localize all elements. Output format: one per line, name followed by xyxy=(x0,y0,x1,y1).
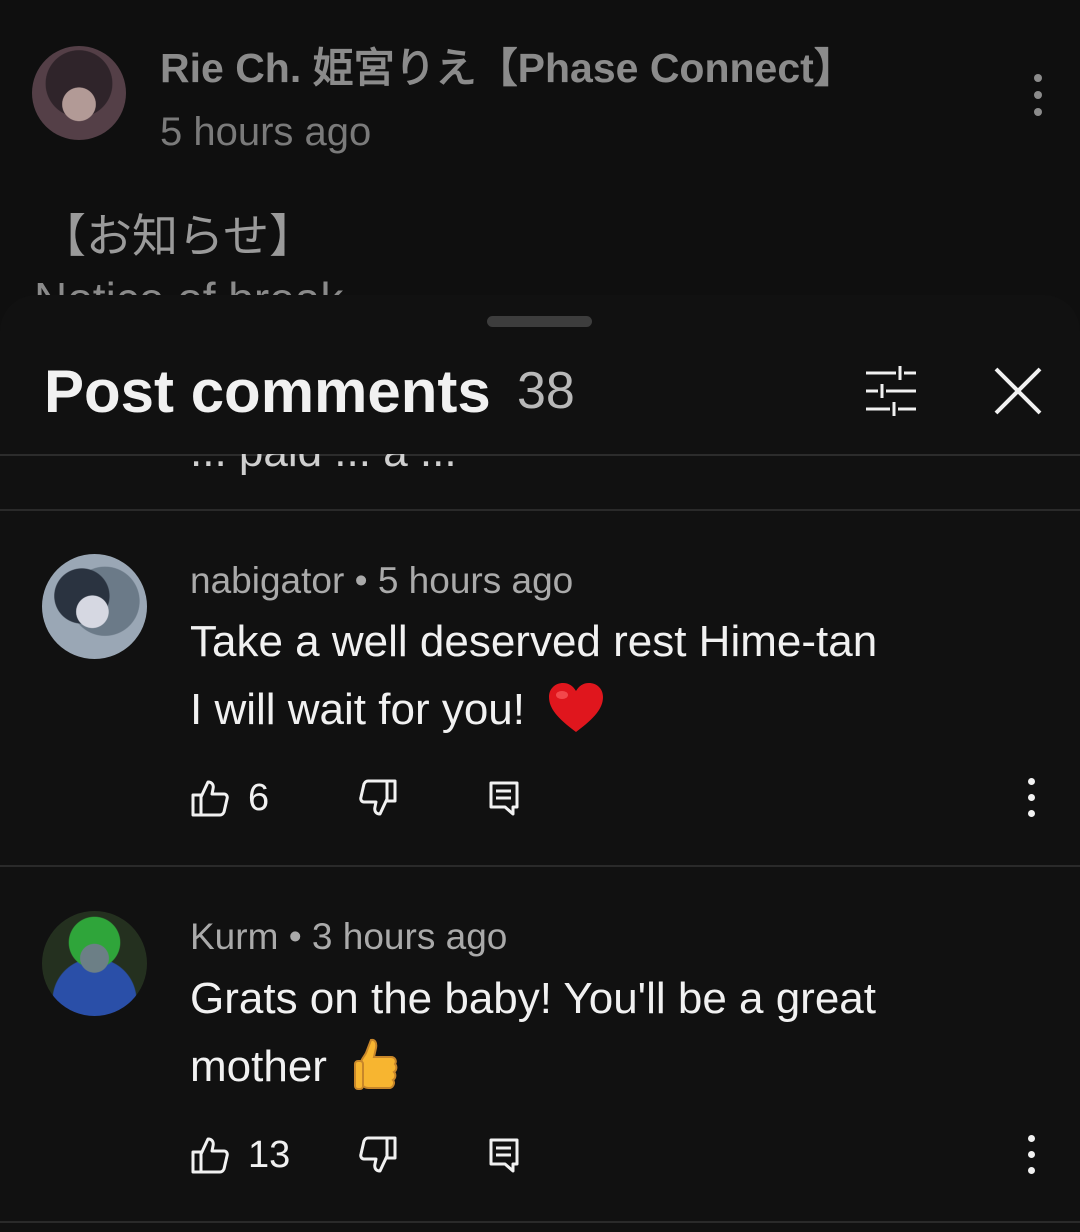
comment-time: 3 hours ago xyxy=(311,916,508,957)
drag-handle[interactable] xyxy=(487,316,592,327)
like-count: 6 xyxy=(248,776,270,819)
comment-divider xyxy=(0,1221,1080,1223)
like-count: 13 xyxy=(248,1133,291,1176)
comment-text: Grats on the baby! You'll be a great mot… xyxy=(190,965,1050,1101)
comment-more-icon[interactable] xyxy=(1018,1135,1046,1175)
post-text-line1: 【お知らせ】 xyxy=(40,210,316,262)
like-button[interactable]: 13 xyxy=(190,1125,290,1185)
thumbs-down-icon xyxy=(359,1136,397,1173)
avatar[interactable] xyxy=(42,911,147,1016)
sheet-title: Post comments xyxy=(44,358,491,425)
thumbs-up-icon xyxy=(191,780,229,817)
sort-filter-button[interactable] xyxy=(860,365,922,417)
comment-count: 38 xyxy=(517,362,575,420)
comment-line: Grats on the baby! You'll be a great xyxy=(190,974,876,1023)
reply-icon xyxy=(489,781,519,816)
thumbs-up-emoji-icon xyxy=(354,1039,398,1091)
comment-meta: Kurm • 3 hours ago xyxy=(190,916,508,957)
comment-more-icon[interactable] xyxy=(1018,778,1046,818)
sliders-icon xyxy=(866,366,916,416)
reply-icon xyxy=(489,1138,519,1173)
reply-button[interactable] xyxy=(488,1125,520,1185)
comment-actions: 13 xyxy=(0,1125,1080,1185)
partial-comment-text: ... paid ... a ... xyxy=(190,427,457,476)
thumbs-up-icon xyxy=(191,1137,229,1174)
comment-actions: 6 xyxy=(0,768,1080,828)
post-time: 5 hours ago xyxy=(160,110,372,154)
comment-author[interactable]: Kurm xyxy=(190,916,278,957)
comment-item: Kurm • 3 hours ago Grats on the baby! Yo… xyxy=(0,867,1080,1222)
comment-line: I will wait for you! xyxy=(190,685,525,734)
comments-sheet: Post comments 38 ... paid ... a ... nabi… xyxy=(0,295,1080,1232)
background-post: Rie Ch. 姫宮りえ【Phase Connect】 5 hours ago … xyxy=(0,0,1080,325)
like-button[interactable]: 6 xyxy=(190,768,269,828)
comment-line-with-emoji: mother xyxy=(190,1033,1050,1101)
comment-item: nabigator • 5 hours ago Take a well dese… xyxy=(0,510,1080,863)
comment-text: Take a well deserved rest Hime-tan I wil… xyxy=(190,608,1050,744)
post-more-icon[interactable] xyxy=(1020,70,1056,120)
comment-meta: nabigator • 5 hours ago xyxy=(190,560,574,601)
channel-avatar[interactable] xyxy=(32,46,126,140)
dislike-button[interactable] xyxy=(358,768,398,828)
comment-line: Take a well deserved rest Hime-tan xyxy=(190,617,878,666)
avatar[interactable] xyxy=(42,554,147,659)
close-button[interactable] xyxy=(988,361,1048,421)
header-divider xyxy=(0,454,1080,456)
thumbs-down-icon xyxy=(359,779,397,816)
comment-line-with-emoji: I will wait for you! xyxy=(190,676,1050,744)
dislike-button[interactable] xyxy=(358,1125,398,1185)
comment-time: 5 hours ago xyxy=(377,560,574,601)
comment-author[interactable]: nabigator xyxy=(190,560,344,601)
red-heart-icon xyxy=(549,683,604,733)
close-icon xyxy=(994,367,1042,415)
reply-button[interactable] xyxy=(488,768,520,828)
comment-line: mother xyxy=(190,1042,327,1091)
post-author[interactable]: Rie Ch. 姫宮りえ【Phase Connect】 xyxy=(160,34,855,94)
